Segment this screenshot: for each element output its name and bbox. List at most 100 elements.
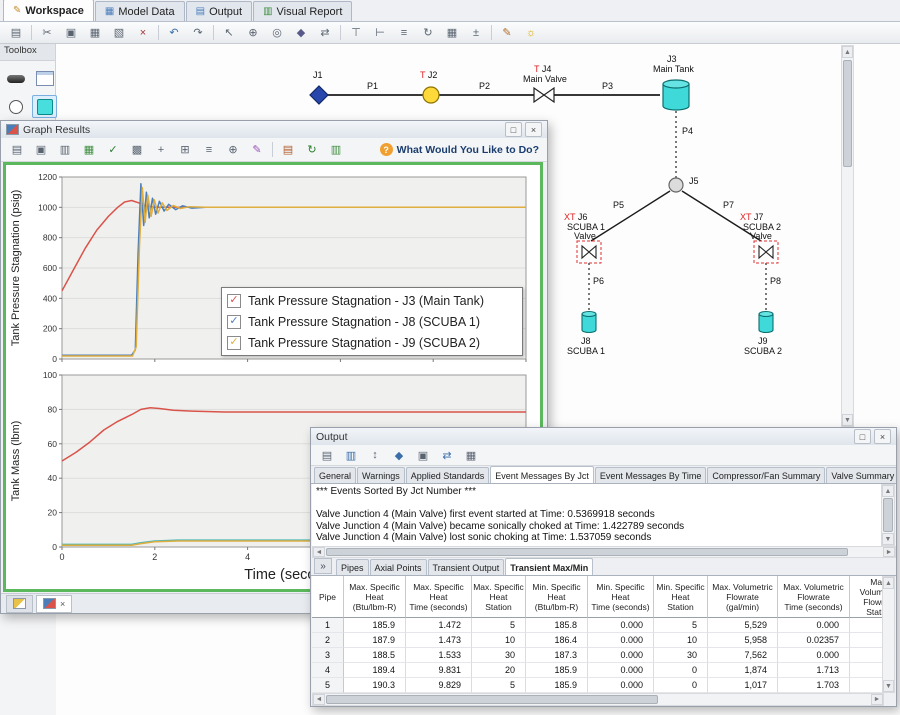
- scroll-right-icon[interactable]: ►: [871, 694, 883, 705]
- close-window-icon[interactable]: ×: [874, 429, 891, 444]
- refresh-icon[interactable]: ↻: [301, 140, 323, 160]
- output-tab-applied-standards[interactable]: Applied Standards: [406, 467, 490, 483]
- junction-J7-valve-icon[interactable]: [754, 241, 778, 263]
- table-tab-pipes[interactable]: Pipes: [336, 559, 369, 575]
- pipe-label[interactable]: P6: [593, 276, 604, 286]
- pipe-label[interactable]: P3: [602, 81, 613, 91]
- legend-checkbox[interactable]: ✓: [227, 294, 241, 308]
- column-header[interactable]: Pipe: [312, 576, 344, 618]
- export-output-icon[interactable]: ▤: [316, 445, 338, 465]
- pipe-P5[interactable]: [591, 191, 670, 241]
- help-prompt[interactable]: ? What Would You Like to Do?: [380, 143, 543, 156]
- restore-window-icon[interactable]: □: [854, 429, 871, 444]
- axes-icon[interactable]: ⊞: [174, 140, 196, 160]
- transfer-icon[interactable]: ⇄: [436, 445, 458, 465]
- tab-model-data[interactable]: ▦Model Data: [95, 1, 185, 21]
- output-tab-event-messages-by-time[interactable]: Event Messages By Time: [595, 467, 707, 483]
- columns-icon[interactable]: ▦: [460, 445, 482, 465]
- overview-map-icon[interactable]: ⇄: [314, 23, 336, 43]
- grid-lines-icon[interactable]: ≡: [198, 140, 220, 160]
- column-header[interactable]: Min. SpecificHeatTime (seconds): [588, 576, 654, 618]
- junction-label[interactable]: Main Tank: [653, 64, 694, 74]
- junction-label[interactable]: J9: [758, 336, 768, 346]
- table-horizontal-scrollbar[interactable]: ◄ ►: [312, 693, 884, 706]
- junction-J1-assigned-pressure-icon[interactable]: [310, 86, 328, 104]
- zoom-in-icon[interactable]: ⊕: [242, 23, 264, 43]
- junction-label[interactable]: XT J7: [740, 212, 763, 222]
- export-data-icon[interactable]: ▥: [54, 140, 76, 160]
- column-header[interactable]: Min. SpecificHeatStation: [654, 576, 708, 618]
- scroll-down-icon[interactable]: ▼: [882, 533, 894, 545]
- cut-icon[interactable]: ✂: [36, 23, 58, 43]
- scrollbar-thumb[interactable]: [326, 695, 658, 704]
- junction-J3-tank-icon[interactable]: [663, 80, 689, 110]
- table-vertical-scrollbar[interactable]: ▲ ▼: [882, 576, 895, 693]
- print-output-icon[interactable]: ▥: [340, 445, 362, 465]
- junction-label[interactable]: T J4: [534, 64, 551, 74]
- output-tab-compressor-fan-summary[interactable]: Compressor/Fan Summary: [707, 467, 825, 483]
- junction-label[interactable]: J8: [581, 336, 591, 346]
- table-row[interactable]: 2187.91.47310186.40.000105,9580.02357: [312, 633, 884, 648]
- scroll-down-icon[interactable]: ▼: [842, 414, 853, 426]
- output-tab-general[interactable]: General: [314, 467, 356, 483]
- pipe-tool[interactable]: [3, 67, 28, 90]
- output-tab-valve-summary[interactable]: Valve Summary: [826, 467, 896, 483]
- copy-graph-icon[interactable]: ▣: [30, 140, 52, 160]
- workspace-vertical-scrollbar[interactable]: ▲ ▼: [841, 45, 854, 427]
- junction-label[interactable]: XT J6: [564, 212, 587, 222]
- print-graph-icon[interactable]: ▤: [277, 140, 299, 160]
- junction-label[interactable]: Valve: [574, 231, 596, 241]
- graph-window-titlebar[interactable]: Graph Results □ ×: [1, 121, 547, 139]
- column-header[interactable]: Max. VolumetricFlowrate(gal/min): [708, 576, 778, 618]
- grid-icon[interactable]: ▦: [441, 23, 463, 43]
- scrollbar-thumb[interactable]: [883, 498, 893, 532]
- column-header[interactable]: Max. SpecificHeatStation: [472, 576, 526, 618]
- column-header[interactable]: Max. VolumetricFlowrateTime (seconds): [778, 576, 850, 618]
- pin-icon[interactable]: ◆: [388, 445, 410, 465]
- table-tab-transient-output[interactable]: Transient Output: [428, 559, 505, 575]
- tank-tool[interactable]: [32, 95, 57, 118]
- scroll-up-icon[interactable]: ▲: [842, 46, 853, 58]
- delete-icon[interactable]: ×: [132, 23, 154, 43]
- pipe-label[interactable]: P1: [367, 81, 378, 91]
- copy-output-icon[interactable]: ▣: [412, 445, 434, 465]
- messages-vertical-scrollbar[interactable]: ▲ ▼: [881, 484, 895, 546]
- redo-icon[interactable]: ↷: [187, 23, 209, 43]
- junction-J9-tank-icon[interactable]: [759, 312, 773, 333]
- junction-circle-tool[interactable]: [3, 95, 28, 118]
- highlight-icon[interactable]: ☼: [520, 23, 542, 43]
- annotation-tool[interactable]: [32, 67, 57, 90]
- table-tab-axial-points[interactable]: Axial Points: [370, 559, 427, 575]
- align-icon[interactable]: ⊤: [345, 23, 367, 43]
- select-arrow-icon[interactable]: ↖: [218, 23, 240, 43]
- scrollbar-thumb[interactable]: [326, 548, 848, 556]
- graph-list-icon[interactable]: ▤: [6, 140, 28, 160]
- junction-label[interactable]: Valve: [750, 231, 772, 241]
- format-icon[interactable]: ✎: [246, 140, 268, 160]
- scroll-up-icon[interactable]: ▲: [883, 577, 894, 589]
- find-icon[interactable]: ◆: [290, 23, 312, 43]
- zoom-extents-icon[interactable]: ◎: [266, 23, 288, 43]
- table-row[interactable]: 1185.91.4725185.80.00055,5290.000: [312, 618, 884, 633]
- output-window-titlebar[interactable]: Output □ ×: [311, 428, 896, 446]
- crosshair-icon[interactable]: +: [150, 140, 172, 160]
- copy-icon[interactable]: ▣: [60, 23, 82, 43]
- legend-checkbox[interactable]: ✓: [227, 315, 241, 329]
- output-tab-warnings[interactable]: Warnings: [357, 467, 405, 483]
- table-row[interactable]: 5190.39.8295185.90.00001,0171.703: [312, 678, 884, 693]
- checklist-icon[interactable]: ▩: [126, 140, 148, 160]
- graph-tab-1[interactable]: [6, 595, 33, 613]
- scrollbar-thumb[interactable]: [843, 60, 852, 167]
- table-tab-transient-max-min[interactable]: Transient Max/Min: [505, 558, 593, 576]
- junction-label[interactable]: Main Valve: [523, 74, 567, 84]
- junction-J5-branch-icon[interactable]: [669, 178, 683, 192]
- sort-icon[interactable]: ↕: [364, 445, 386, 465]
- expand-section-icon[interactable]: »: [314, 558, 332, 574]
- junction-J6-valve-icon[interactable]: [577, 241, 601, 263]
- pipe-label[interactable]: P8: [770, 276, 781, 286]
- junction-label[interactable]: T J2: [420, 70, 437, 80]
- duplicate-icon[interactable]: ▧: [108, 23, 130, 43]
- pipe-label[interactable]: P2: [479, 81, 490, 91]
- undo-icon[interactable]: ↶: [163, 23, 185, 43]
- column-header[interactable]: Min. SpecificHeat(Btu/lbm-R): [526, 576, 588, 618]
